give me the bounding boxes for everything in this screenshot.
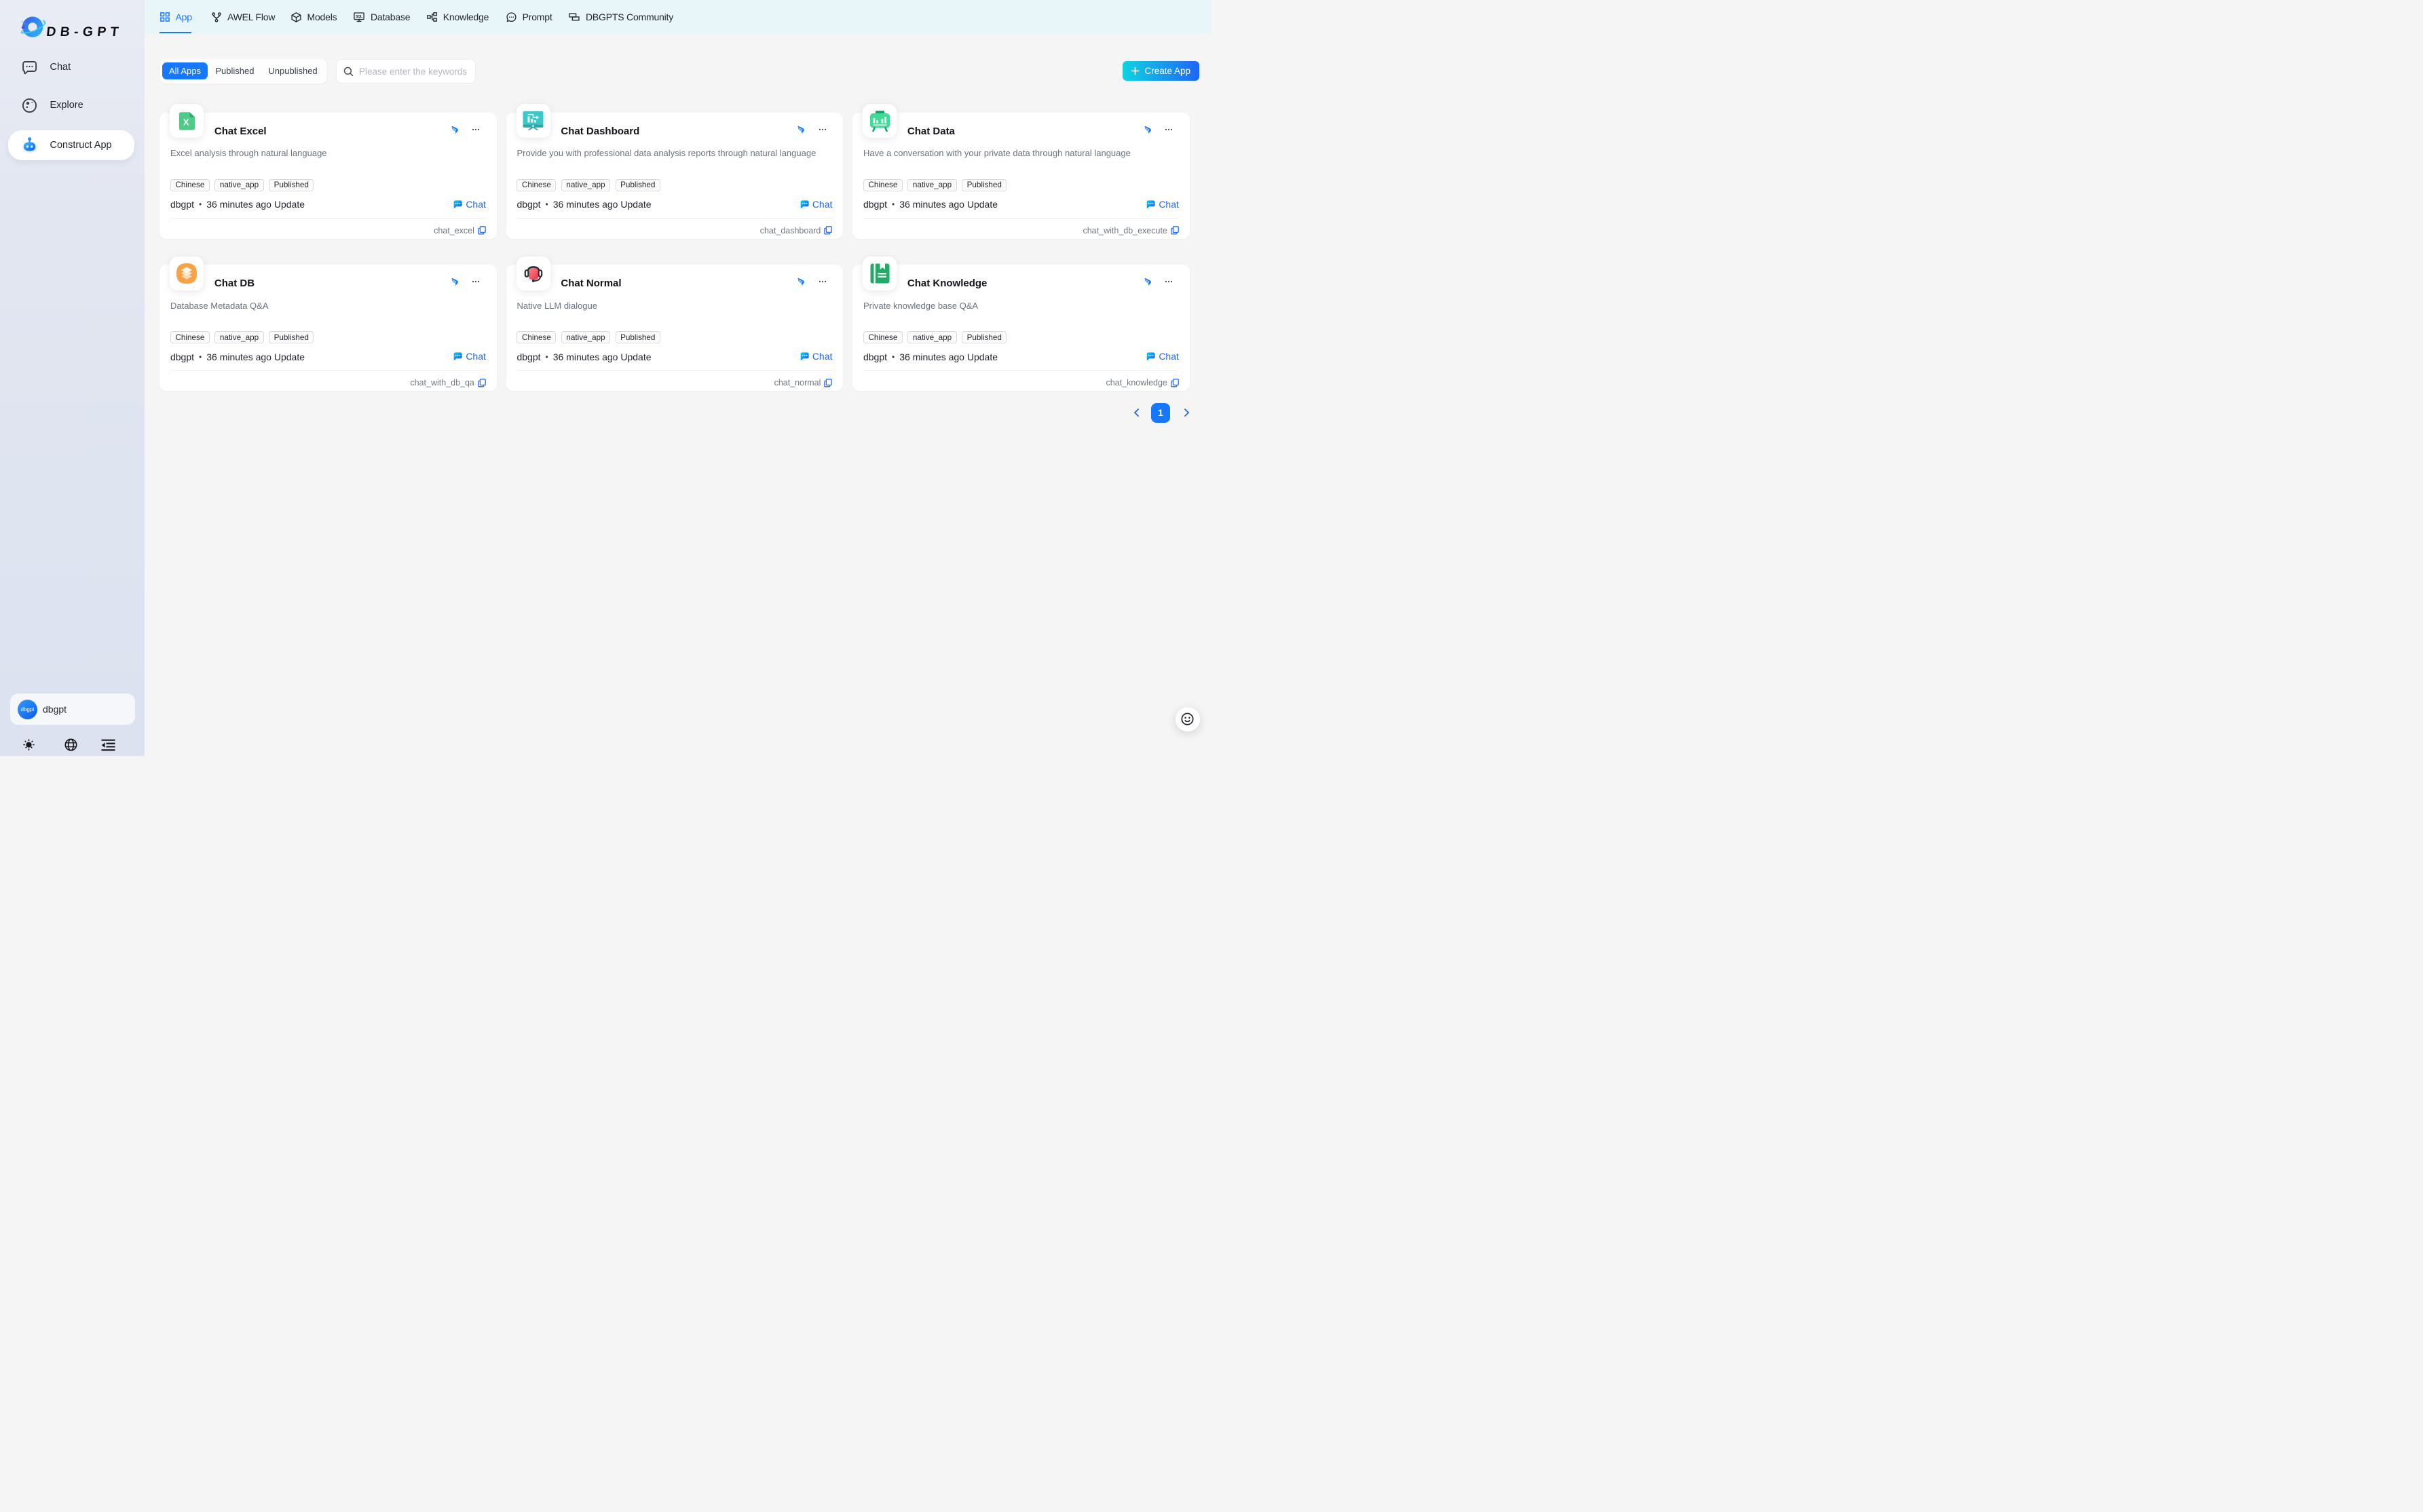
svg-text:X: X (183, 117, 189, 127)
svg-text:DB-GPT: DB-GPT (45, 24, 124, 39)
svg-text:SQL: SQL (356, 14, 362, 18)
